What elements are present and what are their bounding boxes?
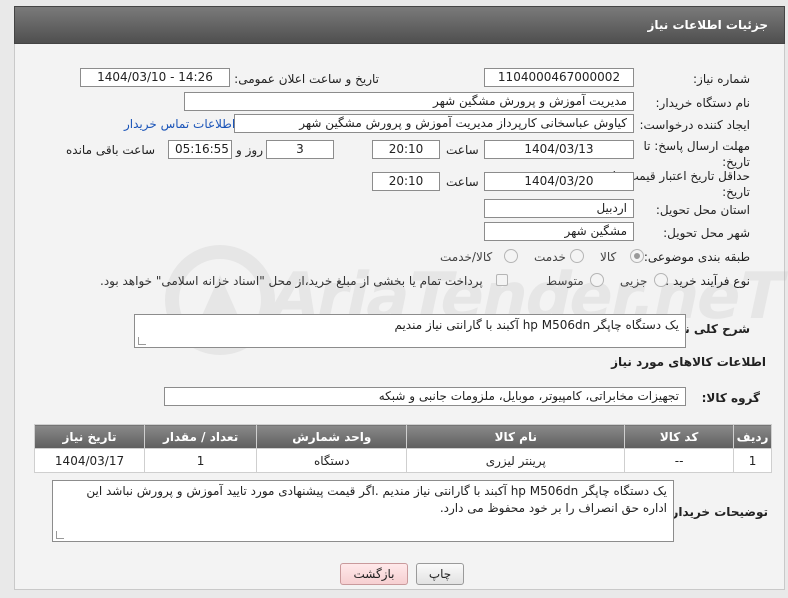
buyer-notes-label: توضیحات خریدار: — [666, 505, 768, 519]
goods-section-title: اطلاعات کالاهای مورد نیاز — [611, 355, 766, 369]
col-need-date: تاریخ نیاز — [33, 424, 146, 449]
cell-need-date: 1404/03/17 — [33, 448, 146, 473]
buyer-org-field: مدیریت آموزش و پرورش مشگین شهر — [184, 92, 634, 111]
panel-header: جزئیات اطلاعات نیاز — [14, 6, 785, 44]
validity-time-label: ساعت — [446, 175, 479, 189]
buyer-notes-textarea[interactable]: یک دستگاه چاپگر hp M506dn آکبند با گاران… — [52, 480, 674, 542]
remaining-label: ساعت باقی مانده — [66, 143, 156, 157]
requester-label: ایجاد کننده درخواست: — [639, 118, 750, 132]
category-radio-both[interactable] — [504, 249, 518, 263]
col-quantity: تعداد / مقدار — [144, 424, 258, 449]
resize-handle-icon[interactable] — [56, 531, 64, 539]
cell-row: 1 — [733, 448, 772, 473]
days-field: 3 — [266, 140, 334, 159]
print-button[interactable]: چاپ — [416, 563, 464, 585]
need-number-field: 1104000467000002 — [484, 68, 634, 87]
need-number-label: شماره نیاز: — [693, 72, 750, 86]
col-name: نام کالا — [406, 424, 626, 449]
process-radio-medium[interactable] — [590, 273, 604, 287]
deadline-date-field: 1404/03/13 — [484, 140, 634, 159]
category-option-goods: کالا — [600, 250, 617, 264]
goods-table-header: ردیف کد کالا نام کالا واحد شمارش تعداد /… — [33, 424, 772, 449]
col-code: کد کالا — [624, 424, 735, 449]
treasury-payment-note: پرداخت تمام یا بخشی از مبلغ خرید،از محل … — [100, 274, 483, 288]
category-option-both: کالا/خدمت — [440, 250, 493, 264]
goods-table: ردیف کد کالا نام کالا واحد شمارش تعداد /… — [33, 424, 772, 473]
buyer-contact-link[interactable]: اطلاعات تماس خریدار — [124, 117, 235, 131]
back-button[interactable]: بازگشت — [340, 563, 408, 585]
category-radio-goods[interactable] — [630, 249, 644, 263]
deadline-time-field: 20:10 — [372, 140, 440, 159]
treasury-payment-checkbox[interactable] — [496, 274, 508, 286]
province-label: استان محل تحویل: — [655, 203, 750, 217]
days-label: روز و — [236, 143, 263, 157]
remaining-time-field: 05:16:55 — [168, 140, 232, 159]
description-textarea[interactable]: یک دستگاه چاپگر hp M506dn آکبند با گاران… — [134, 314, 686, 348]
description-text: یک دستگاه چاپگر hp M506dn آکبند با گاران… — [394, 318, 679, 332]
cell-quantity: 1 — [144, 448, 258, 473]
deadline-label: مهلت ارسال پاسخ: تا تاریخ: — [643, 139, 750, 169]
process-option-minor: جزیی — [620, 274, 648, 288]
cell-name: پرینتر لیزری — [406, 448, 626, 473]
table-row: 1 -- پرینتر لیزری دستگاه 1 1404/03/17 — [33, 448, 772, 473]
requester-field: کیاوش عباسخانی کارپرداز مدیریت آموزش و پ… — [234, 114, 634, 133]
category-radio-service[interactable] — [570, 249, 584, 263]
announce-datetime-field: 1404/03/10 - 14:26 — [80, 68, 230, 87]
col-unit: واحد شمارش — [256, 424, 408, 449]
buyer-notes-text: یک دستگاه چاپگر hp M506dn آکبند با گاران… — [86, 484, 667, 515]
city-field: مشگین شهر — [484, 222, 634, 241]
category-option-service: خدمت — [534, 250, 566, 264]
resize-handle-icon[interactable] — [138, 337, 146, 345]
process-option-medium: متوسط — [546, 274, 584, 288]
process-label: نوع فرآیند خرید : — [665, 274, 750, 288]
announce-label: تاریخ و ساعت اعلان عمومی: — [234, 72, 379, 86]
validity-time-field: 20:10 — [372, 172, 440, 191]
deadline-time-label: ساعت — [446, 143, 479, 157]
category-label: طبقه بندی موضوعی: — [643, 250, 750, 264]
cell-code: -- — [624, 448, 735, 473]
buyer-org-label: نام دستگاه خریدار: — [655, 96, 751, 110]
col-row: ردیف — [733, 424, 772, 449]
process-radio-minor[interactable] — [654, 273, 668, 287]
province-field: اردبیل — [484, 199, 634, 218]
city-label: شهر محل تحویل: — [663, 226, 750, 240]
page-title: جزئیات اطلاعات نیاز — [647, 18, 768, 32]
goods-group-label: گروه کالا: — [701, 391, 760, 405]
validity-date-field: 1404/03/20 — [484, 172, 634, 191]
cell-unit: دستگاه — [256, 448, 408, 473]
goods-group-field: تجهیزات مخابراتی، کامپیوتر، موبایل، ملزو… — [164, 387, 686, 406]
